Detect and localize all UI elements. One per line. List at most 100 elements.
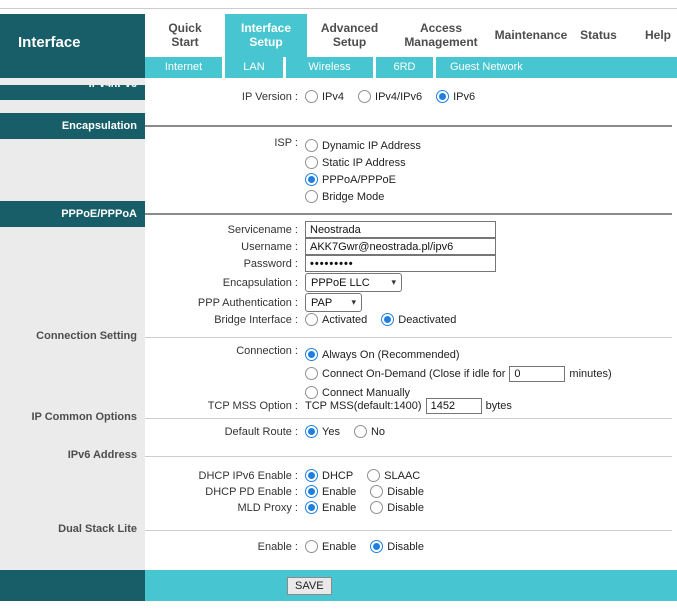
radio-option-enable[interactable]: Enable <box>305 540 356 553</box>
radio-option-ipv4-ipv6[interactable]: IPv4/IPv6 <box>358 90 422 103</box>
subtab-internet[interactable]: Internet <box>145 57 222 78</box>
field-label: Bridge Interface <box>145 314 298 326</box>
radio-option-enable[interactable]: Enable <box>305 501 356 514</box>
save-button[interactable]: SAVE <box>287 577 332 595</box>
radio-icon[interactable] <box>370 501 383 514</box>
subtab-wireless[interactable]: Wireless <box>286 57 373 78</box>
footer-bar <box>145 570 677 601</box>
servicename-input[interactable] <box>305 221 496 238</box>
radio-label: DHCP <box>322 470 353 482</box>
radio-option-disable[interactable]: Disable <box>370 485 424 498</box>
tab-maintenance[interactable]: Maintenance <box>490 14 572 57</box>
radio-option-dhcp[interactable]: DHCP <box>305 469 353 482</box>
field-label: Enable <box>145 541 298 553</box>
sidebar-section-ipv6-address: IPv6 Address <box>0 449 137 461</box>
radio-icon-selected[interactable] <box>370 540 383 553</box>
radio-icon[interactable] <box>370 485 383 498</box>
radio-icon[interactable] <box>354 425 367 438</box>
sidebar-section-encapsulation: Encapsulation <box>0 113 145 139</box>
tab-help[interactable]: Help <box>625 14 677 57</box>
page-title: Interface <box>0 14 145 78</box>
radio-icon[interactable] <box>305 90 318 103</box>
radio-icon-selected[interactable] <box>305 348 318 361</box>
tab-status[interactable]: Status <box>572 14 625 57</box>
field-ppp-authentication: PPP Authentication PAP ▾ <box>145 293 677 312</box>
sidebar-section-ip-common-options: IP Common Options <box>0 411 137 423</box>
radio-icon-selected[interactable] <box>305 485 318 498</box>
subtab-label: Guest Network <box>450 61 523 73</box>
radio-option-yes[interactable]: Yes <box>305 425 340 438</box>
radio-label: Dynamic IP Address <box>322 140 421 152</box>
subtab-lan[interactable]: LAN <box>225 57 283 78</box>
field-connection: Connection Always On (Recommended) Conne… <box>145 345 677 402</box>
section-divider <box>145 125 672 127</box>
radio-label: Connect Manually <box>322 387 410 399</box>
radio-icon[interactable] <box>305 190 318 203</box>
section-divider <box>145 456 672 457</box>
field-mld-proxy: MLD Proxy Enable Disable <box>145 501 677 514</box>
radio-icon[interactable] <box>305 540 318 553</box>
radio-label-suffix: minutes) <box>569 368 611 380</box>
radio-label: Enable <box>322 502 356 514</box>
subtab-guest-network[interactable]: Guest Network <box>436 57 677 78</box>
radio-icon-selected[interactable] <box>305 173 318 186</box>
tab-label: Advanced Setup <box>319 22 381 50</box>
radio-option-always-on[interactable]: Always On (Recommended) <box>305 345 460 364</box>
field-label: Default Route <box>145 426 298 438</box>
chevron-down-icon: ▾ <box>391 277 396 288</box>
radio-icon-selected[interactable] <box>436 90 449 103</box>
radio-icon[interactable] <box>305 313 318 326</box>
page-title-label: Interface <box>18 34 81 51</box>
tcp-mss-input[interactable] <box>426 398 482 414</box>
radio-icon[interactable] <box>305 156 318 169</box>
field-tcp-mss: TCP MSS Option TCP MSS(default:1400) byt… <box>145 398 677 414</box>
radio-option-slaac[interactable]: SLAAC <box>367 469 420 482</box>
radio-icon-selected[interactable] <box>305 425 318 438</box>
radio-label: SLAAC <box>384 470 420 482</box>
router-config-page: Interface Quick Start Interface Setup Ad… <box>0 0 677 613</box>
radio-option-deactivated[interactable]: Deactivated <box>381 313 456 326</box>
ppp-authentication-select[interactable]: PAP ▾ <box>305 293 362 312</box>
radio-icon-selected[interactable] <box>305 501 318 514</box>
radio-icon-selected[interactable] <box>381 313 394 326</box>
radio-option-disable[interactable]: Disable <box>370 540 424 553</box>
radio-option-pppoa-pppoe[interactable]: PPPoA/PPPoE <box>305 171 396 188</box>
tab-interface-setup[interactable]: Interface Setup <box>225 14 307 57</box>
username-input[interactable] <box>305 238 496 255</box>
radio-icon[interactable] <box>305 139 318 152</box>
section-divider <box>145 213 672 215</box>
radio-label: Enable <box>322 486 356 498</box>
radio-option-dynamic-ip[interactable]: Dynamic IP Address <box>305 137 421 154</box>
sidebar-section-pppoe-pppoa: PPPoE/PPPoA <box>0 201 145 227</box>
radio-icon[interactable] <box>367 469 380 482</box>
encapsulation-select[interactable]: PPPoE LLC ▾ <box>305 273 402 292</box>
radio-icon-selected[interactable] <box>305 469 318 482</box>
tab-advanced-setup[interactable]: Advanced Setup <box>307 14 392 57</box>
tab-quick-start[interactable]: Quick Start <box>145 14 225 57</box>
radio-option-static-ip[interactable]: Static IP Address <box>305 154 406 171</box>
radio-option-connect-on-demand[interactable]: Connect On-Demand (Close if idle for min… <box>305 364 612 383</box>
sidebar-section-connection-setting: Connection Setting <box>0 330 137 342</box>
idle-minutes-input[interactable] <box>509 366 565 382</box>
subtab-6rd[interactable]: 6RD <box>376 57 433 78</box>
field-label: ISP <box>145 137 298 149</box>
tab-access-management[interactable]: Access Management <box>392 14 490 57</box>
radio-option-disable[interactable]: Disable <box>370 501 424 514</box>
section-divider <box>145 418 672 419</box>
radio-option-ipv4[interactable]: IPv4 <box>305 90 344 103</box>
field-label: Username <box>145 241 298 253</box>
radio-icon[interactable] <box>305 367 318 380</box>
radio-label: IPv4/IPv6 <box>375 91 422 103</box>
section-divider <box>145 530 672 531</box>
subtab-label: 6RD <box>393 61 415 73</box>
radio-option-enable[interactable]: Enable <box>305 485 356 498</box>
radio-option-no[interactable]: No <box>354 425 385 438</box>
field-label: IP Version <box>145 91 298 103</box>
field-encapsulation: Encapsulation PPPoE LLC ▾ <box>145 273 677 292</box>
radio-option-bridge-mode[interactable]: Bridge Mode <box>305 188 384 205</box>
radio-icon[interactable] <box>358 90 371 103</box>
radio-option-activated[interactable]: Activated <box>305 313 367 326</box>
radio-option-ipv6[interactable]: IPv6 <box>436 90 475 103</box>
main-tab-bar: Quick Start Interface Setup Advanced Set… <box>145 14 677 57</box>
password-input[interactable] <box>305 255 496 272</box>
